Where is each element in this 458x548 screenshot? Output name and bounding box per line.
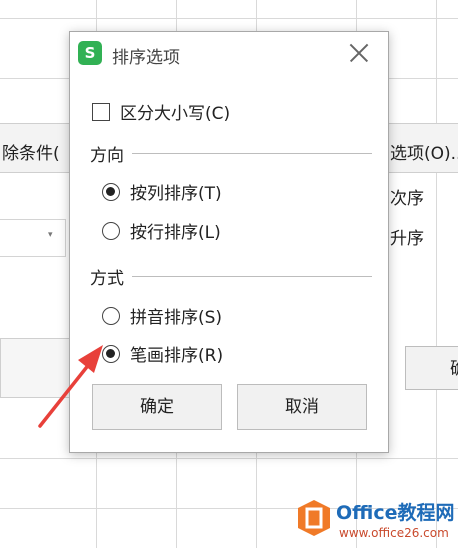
method-group: 方式 (90, 264, 372, 289)
sort-dialog-footer-area (0, 338, 74, 398)
cancel-button[interactable]: 取消 (237, 384, 367, 430)
radio-button-checked[interactable] (102, 182, 120, 201)
group-divider (132, 276, 372, 277)
sort-dialog-ok-button[interactable]: 确 (405, 346, 458, 390)
office-logo-icon (298, 500, 330, 536)
direction-group: 方向 (90, 141, 372, 166)
case-sensitive-label: 区分大小写(C) (120, 104, 231, 124)
dialog-titlebar[interactable]: S 排序选项 (70, 32, 388, 74)
radio-sort-by-column[interactable]: 按列排序(T) (102, 179, 222, 204)
checkbox-box[interactable] (92, 102, 110, 121)
chevron-down-icon[interactable]: ▾ (48, 230, 53, 240)
sort-by-row-label: 按行排序(L) (130, 223, 221, 243)
watermark-brand: Office教程网 (336, 502, 455, 524)
radio-pinyin-sort[interactable]: 拼音排序(S) (102, 303, 222, 328)
case-sensitive-checkbox[interactable]: 区分大小写(C) (92, 99, 230, 124)
ok-button[interactable]: 确定 (92, 384, 222, 430)
close-icon[interactable] (344, 38, 374, 68)
sort-by-column-label: 按列排序(T) (130, 184, 222, 204)
direction-group-title: 方向 (90, 146, 124, 166)
delete-condition-button-label[interactable]: 除条件( (2, 139, 60, 164)
order-value[interactable]: 升序 (390, 224, 424, 249)
dialog-title: 排序选项 (112, 48, 180, 68)
sort-key-combo[interactable] (0, 219, 66, 257)
stroke-sort-label: 笔画排序(R) (130, 346, 224, 366)
options-button-label[interactable]: 选项(O).. (390, 139, 458, 164)
radio-button-checked[interactable] (102, 344, 120, 363)
radio-stroke-sort[interactable]: 笔画排序(R) (102, 341, 223, 366)
wps-logo-icon: S (78, 41, 102, 65)
radio-button[interactable] (102, 221, 120, 240)
radio-button[interactable] (102, 306, 120, 325)
pinyin-sort-label: 拼音排序(S) (130, 308, 223, 328)
order-column-header: 次序 (390, 189, 424, 209)
watermark: Office教程网 www.office26.com (296, 498, 456, 546)
group-divider (132, 153, 372, 154)
sort-options-dialog: S 排序选项 区分大小写(C) 方向 按列排序(T) 按行排序(L) 方式 拼音… (69, 31, 389, 453)
watermark-url: www.office26.com (339, 526, 449, 540)
method-group-title: 方式 (90, 269, 124, 289)
radio-sort-by-row[interactable]: 按行排序(L) (102, 218, 221, 243)
